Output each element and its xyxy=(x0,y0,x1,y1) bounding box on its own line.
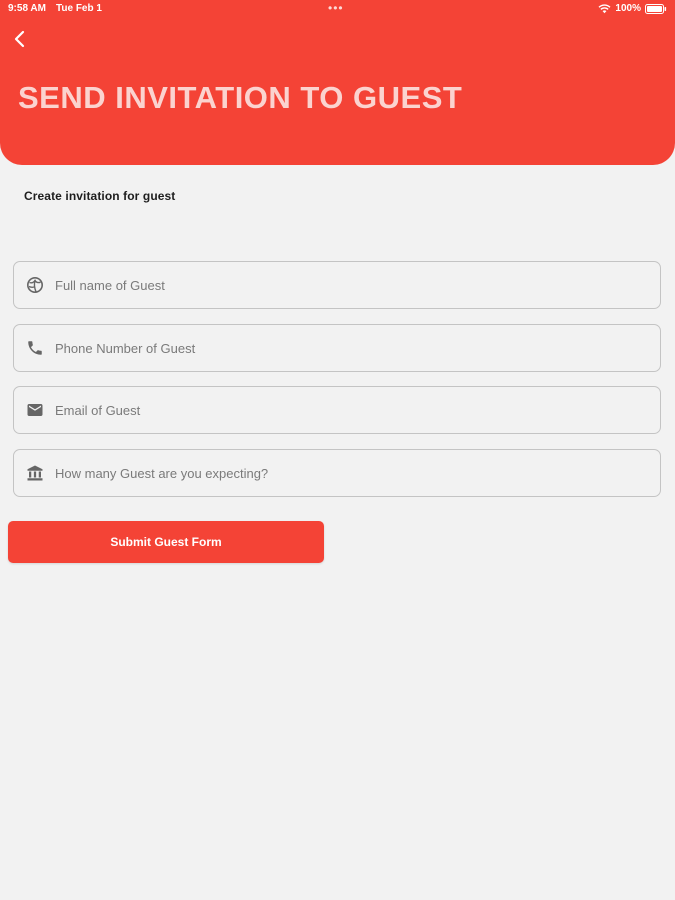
guest-count-input[interactable] xyxy=(55,465,615,481)
battery-percentage: 100% xyxy=(615,3,641,14)
wifi-icon xyxy=(598,3,611,14)
phone-field[interactable] xyxy=(13,324,661,372)
phone-icon xyxy=(25,338,45,358)
page-title: SEND INVITATION TO GUEST xyxy=(18,80,463,115)
envelope-icon xyxy=(25,400,45,420)
status-indicators: 100% xyxy=(598,3,667,14)
multitasking-dots-icon[interactable]: ••• xyxy=(328,1,344,15)
email-input[interactable] xyxy=(55,402,615,418)
form-subtitle: Create invitation for guest xyxy=(24,189,176,203)
submit-guest-form-button[interactable]: Submit Guest Form xyxy=(8,521,324,563)
building-icon xyxy=(25,463,45,483)
status-bar: 9:58 AM Tue Feb 1 ••• 100% xyxy=(0,0,675,18)
email-field[interactable] xyxy=(13,386,661,434)
globe-icon xyxy=(25,275,45,295)
chevron-left-icon xyxy=(13,29,27,54)
battery-icon xyxy=(645,3,667,14)
phone-input[interactable] xyxy=(55,340,615,356)
status-time: 9:58 AM xyxy=(8,3,46,14)
back-button[interactable] xyxy=(10,30,30,52)
full-name-field[interactable] xyxy=(13,261,661,309)
full-name-input[interactable] xyxy=(55,277,615,293)
header-bar: 9:58 AM Tue Feb 1 ••• 100% SEND INVITATI… xyxy=(0,0,675,165)
status-date: Tue Feb 1 xyxy=(56,3,102,14)
guest-count-field[interactable] xyxy=(13,449,661,497)
